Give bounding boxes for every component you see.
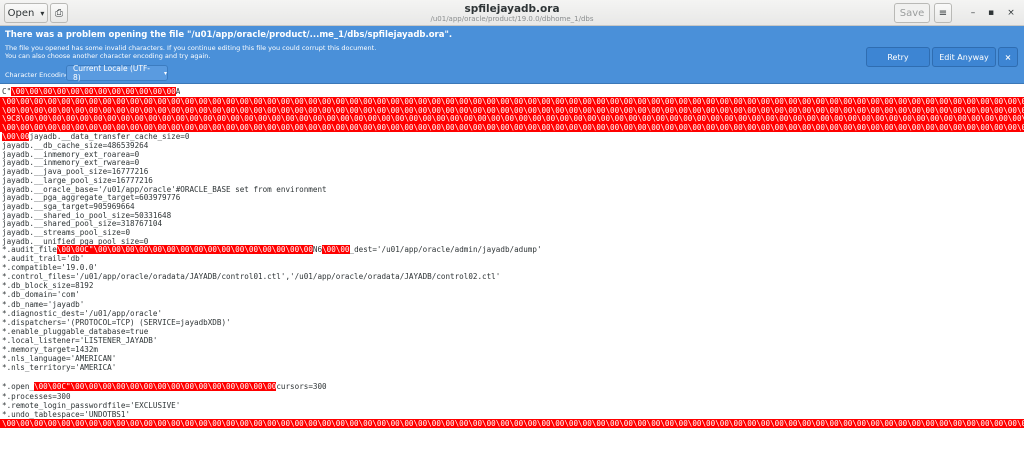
menu-button[interactable]: ≡ — [934, 3, 952, 23]
parameter-line: *.remote_login_passwordfile='EXCLUSIVE' — [2, 401, 181, 410]
hamburger-icon: ≡ — [938, 7, 948, 19]
chevron-down-icon: ▾ — [40, 8, 45, 18]
text-line: C"\00\00\00\00\00\00\00\00\00\00\00\00A — [2, 87, 180, 96]
invalid-bytes-line: \9C8\00\00\00\00\00\00\00\00\00\00\00\00… — [0, 114, 1024, 123]
parameter-line: *.audit_trail='db' — [2, 254, 85, 263]
invalid-bytes: \00\00 — [248, 382, 277, 391]
invalid-bytes: \00\00\00\00\00\00\00\00\00\00 — [38, 87, 176, 96]
parameter-line: jayadb.__db_cache_size=486539264 — [2, 141, 149, 150]
minimize-button[interactable]: – — [966, 6, 980, 20]
invalid-bytes-line: \00\00\00\00\00\00\00\00\00\00\00\00\00\… — [0, 123, 1024, 132]
encoding-value: Current Locale (UTF-8) — [73, 64, 151, 82]
parameter-line: *.nls_territory='AMERICA' — [2, 363, 117, 373]
parameter-line: jayadb.__java_pool_size=16777216 — [2, 167, 149, 177]
parameter-line: *.local_listener='LISTENER_JAYADB' — [2, 335, 158, 345]
open-label: Open — [7, 7, 35, 19]
encoding-label: Character Encoding: — [5, 71, 72, 79]
edit-anyway-button[interactable]: Edit Anyway — [932, 47, 996, 67]
text-fragment: A — [175, 87, 181, 96]
text-line: \00\00jayadb.__data_transfer_cache_size=… — [2, 132, 189, 141]
header-bar: Open ▾ ⎙ spfilejayadb.ora /u01/app/oracl… — [0, 0, 1024, 26]
minimize-icon: – — [970, 8, 976, 18]
parameter-line: jayadb.__shared_pool_size=318767104 — [2, 219, 163, 229]
retry-button[interactable]: Retry — [866, 47, 930, 67]
file-path: /u01/app/oracle/product/19.0.0/dbhome_1/… — [430, 15, 594, 23]
save-button[interactable]: Save — [894, 3, 930, 23]
parameter-line: *.control_files='/u01/app/oracle/oradata… — [2, 272, 501, 282]
infobar-title: There was a problem opening the file "/u… — [5, 30, 453, 40]
window-title: spfilejayadb.ora /u01/app/oracle/product… — [300, 3, 724, 24]
invalid-bytes: \00\00C" — [56, 245, 94, 254]
parameter-line: jayadb.__inmemory_ext_rwarea=0 — [2, 158, 140, 168]
invalid-bytes: \00\00\00\00\00\00\00\00\00\00\00\00\00\… — [93, 245, 313, 254]
parameter-line: *.compatible='19.0.0' — [2, 263, 99, 273]
parameter-line: *.dispatchers='(PROTOCOL=TCP) (SERVICE=j… — [2, 317, 231, 327]
close-icon: × — [1007, 8, 1015, 18]
open-button[interactable]: Open ▾ — [4, 3, 48, 23]
maximize-button[interactable]: ▪ — [984, 6, 998, 20]
text-fragment: jayadb.__data_transfer_cache_size=0 — [29, 132, 190, 141]
parameter-line: *.db_block_size=8192 — [2, 281, 94, 291]
parameter-line: jayadb.__inmemory_ext_roarea=0 — [2, 149, 140, 159]
new-document-button[interactable]: ⎙ — [50, 3, 68, 23]
parameter-line: jayadb.__oracle_base='/u01/app/oracle'#O… — [2, 184, 327, 194]
parameter-line: *.diagnostic_dest='/u01/app/oracle' — [2, 308, 163, 318]
parameter-line: jayadb.__large_pool_size=16777216 — [2, 175, 153, 185]
parameter-line: *.db_domain='com' — [2, 290, 80, 300]
parameter-line: *.processes=300 — [2, 392, 71, 401]
parameter-line: jayadb.__streams_pool_size=0 — [2, 228, 131, 237]
infobar-hint: You can also choose another character en… — [5, 52, 211, 60]
text-fragment: C" — [2, 87, 12, 96]
parameter-line: jayadb.__shared_io_pool_size=50331648 — [2, 210, 172, 220]
text-editor[interactable]: C"\00\00\00\00\00\00\00\00\00\00\00\00A … — [0, 86, 1024, 452]
new-document-icon: ⎙ — [55, 7, 63, 19]
parameter-line: *.enable_pluggable_database=true — [2, 326, 149, 336]
parameter-line: *.memory_target=1432m — [2, 345, 99, 354]
encoding-select[interactable]: Current Locale (UTF-8) ▾ — [66, 64, 168, 82]
invalid-bytes: \00\00 — [11, 87, 39, 96]
parameter-line: *.nls_language='AMERICAN' — [2, 354, 117, 364]
invalid-bytes-line: \00\00\00\00\00\00\00\00\00\00\00\00\00\… — [0, 97, 1024, 106]
maximize-icon: ▪ — [987, 8, 995, 18]
invalid-bytes-line: \00\00\00\00\00\00\00\00\00\00\00\00\00\… — [0, 419, 1024, 428]
invalid-bytes: \00\00 — [2, 132, 30, 141]
text-fragment: *.open_ — [2, 382, 35, 391]
text-fragment: cursors=300 — [276, 382, 327, 391]
text-line: *.audit_file\00\00C"\00\00\00\00\00\00\0… — [2, 245, 542, 254]
text-fragment: _dest='/u01/app/oracle/admin/jayadb/adum… — [349, 245, 542, 254]
parameter-line: *.db_name='jayadb' — [2, 299, 85, 309]
parameter-line: *.undo_tablespace='UNDOTBS1' — [2, 410, 131, 419]
infobar-message: The file you opened has some invalid cha… — [5, 44, 377, 52]
chevron-down-icon: ▾ — [163, 69, 167, 77]
close-window-button[interactable]: × — [1004, 6, 1018, 20]
parameter-line: jayadb.__pga_aggregate_target=603979776 — [2, 193, 181, 203]
text-line: *.open_\00\00C"\00\00\00\00\00\00\00\00\… — [2, 382, 327, 391]
invalid-bytes: \00\00C" — [34, 382, 71, 391]
parameter-line: jayadb.__sga_target=905969664 — [2, 201, 135, 211]
text-fragment: N6 — [312, 245, 323, 254]
invalid-bytes: \00\00 — [322, 245, 350, 254]
text-fragment: *.audit_file — [2, 245, 57, 254]
invalid-bytes: \00\00\00\00\00\00\00\00\00\00\00\00\00 — [70, 382, 249, 391]
file-title: spfilejayadb.ora — [464, 3, 560, 15]
infobar-close-button[interactable]: × — [998, 47, 1018, 67]
